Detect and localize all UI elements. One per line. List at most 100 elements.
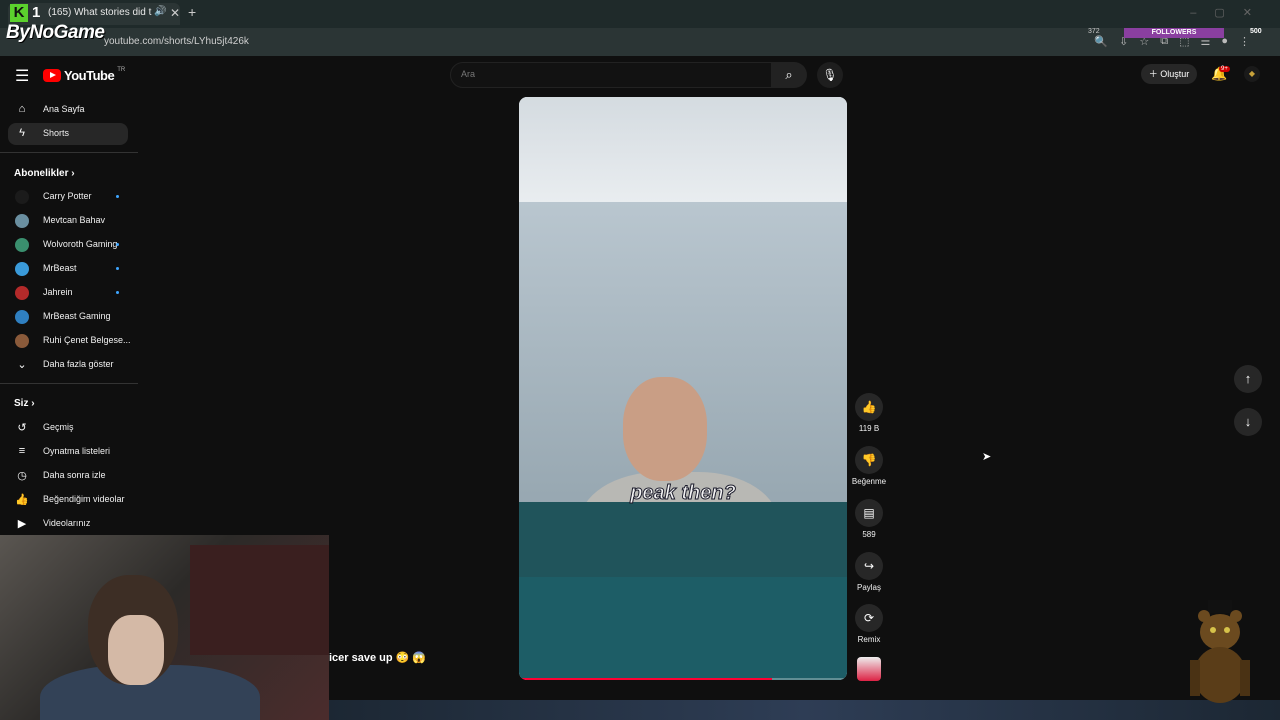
arrow-down-icon: ↓ bbox=[1244, 414, 1252, 429]
zoom-icon[interactable]: 🔍 bbox=[1094, 35, 1108, 48]
dislike-button[interactable]: 👎 bbox=[855, 446, 883, 474]
short-title: icer save up 😳 😱 bbox=[329, 652, 427, 664]
sidebar-item-watch-later[interactable]: ◷ Daha sonra izle bbox=[8, 465, 128, 487]
microphone-icon: 🎙 bbox=[822, 68, 838, 82]
sidebar-subscription-item[interactable]: Ruhi Çenet Belgese... bbox=[8, 330, 131, 352]
sound-thumbnail[interactable] bbox=[857, 657, 881, 681]
tab-audio-icon[interactable]: 🔊 bbox=[154, 6, 166, 17]
playlists-icon: ≡ bbox=[18, 445, 26, 457]
video-caption: peak then? bbox=[630, 482, 737, 505]
new-tab-icon[interactable]: + bbox=[188, 4, 196, 20]
youtube-logo[interactable]: YouTube TR bbox=[43, 66, 126, 83]
channel-avatar bbox=[15, 238, 29, 252]
short-video-player[interactable]: peak then? bbox=[519, 97, 847, 680]
next-short-preview bbox=[329, 700, 1280, 720]
sidebar-item-label: Oynatma listeleri bbox=[43, 446, 111, 456]
channel-avatar bbox=[15, 334, 29, 348]
share-action[interactable]: ↪ Paylaş bbox=[855, 552, 883, 592]
new-content-dot bbox=[116, 243, 119, 246]
arrow-up-icon: ↑ bbox=[1244, 371, 1252, 386]
sidebar-divider bbox=[0, 152, 138, 153]
kick-logo: K bbox=[10, 4, 28, 22]
video-progress-bar[interactable] bbox=[519, 678, 847, 680]
remix-action[interactable]: ⟳ Remix bbox=[855, 604, 883, 644]
previous-short-button[interactable]: ↑ bbox=[1234, 365, 1262, 393]
channel-avatar bbox=[15, 286, 29, 300]
subscriptions-header[interactable]: Abonelikler › bbox=[14, 168, 75, 179]
followers-goal: 500 bbox=[1250, 28, 1262, 35]
sidebar-item-shorts[interactable]: ϟ Shorts bbox=[8, 123, 128, 145]
show-more-button[interactable]: ⌄ Daha fazla göster bbox=[8, 354, 128, 376]
share-button[interactable]: ↪ bbox=[855, 552, 883, 580]
browser-tab-bar: (165) What stories did this g 🔊 ✕ + –▢✕ bbox=[0, 0, 1280, 28]
next-short-button[interactable]: ↓ bbox=[1234, 408, 1262, 436]
followers-current: 372 bbox=[1088, 28, 1100, 35]
sidebar-item-liked-videos[interactable]: 👍 Beğendiğim videolar bbox=[8, 489, 128, 511]
chevron-right-icon: › bbox=[71, 168, 75, 179]
comment-action[interactable]: ▤ 589 bbox=[855, 499, 883, 539]
subscriptions-header-label: Abonelikler bbox=[14, 168, 69, 179]
search-placeholder: Ara bbox=[461, 69, 476, 79]
dislike-label: Beğenme bbox=[851, 477, 887, 486]
share-label: Paylaş bbox=[856, 583, 881, 592]
mouse-cursor-icon: ➤ bbox=[982, 451, 992, 463]
menu-icon[interactable]: ☰ bbox=[15, 66, 29, 86]
voice-search-button[interactable]: 🎙 bbox=[817, 62, 843, 88]
shorts-icon: ϟ bbox=[19, 127, 25, 139]
new-content-dot bbox=[116, 291, 119, 294]
sidebar-item-playlists[interactable]: ≡ Oynatma listeleri bbox=[8, 441, 128, 463]
search-icon: ⌕ bbox=[785, 67, 793, 82]
plus-icon: ＋ bbox=[1148, 69, 1161, 79]
channel-avatar bbox=[15, 262, 29, 276]
window-controls[interactable]: –▢✕ bbox=[1190, 6, 1270, 19]
search-button[interactable]: ⌕ bbox=[771, 62, 807, 88]
sidebar-subscription-item[interactable]: Mevtcan Bahav bbox=[8, 210, 128, 232]
webcam-shelf bbox=[190, 545, 329, 655]
browser-menu-icon[interactable]: ⋮ bbox=[1239, 35, 1250, 48]
like-button[interactable]: 👍 bbox=[855, 393, 883, 421]
sidebar-subscription-item[interactable]: Carry Potter bbox=[8, 186, 128, 208]
your-videos-icon: ▶ bbox=[17, 518, 27, 530]
url-field[interactable]: youtube.com/shorts/LYhu5jt426k bbox=[104, 36, 249, 47]
remix-button[interactable]: ⟳ bbox=[855, 604, 883, 632]
share-icon: ↪ bbox=[863, 559, 875, 573]
tab-close-icon[interactable]: ✕ bbox=[170, 6, 180, 20]
you-header[interactable]: Siz › bbox=[14, 398, 35, 409]
search-input[interactable]: Ara bbox=[450, 62, 772, 88]
sidebar-item-label: Ana Sayfa bbox=[43, 104, 85, 114]
video-booth-wall bbox=[519, 502, 847, 582]
avatar[interactable]: ◆ bbox=[1244, 66, 1260, 82]
sidebar-subscription-item[interactable]: Wolvoroth Gaming bbox=[8, 234, 128, 256]
create-label: Oluştur bbox=[1160, 69, 1190, 79]
video-person-head bbox=[623, 377, 707, 481]
thumbs-up-icon: 👍 bbox=[861, 400, 877, 414]
video-bottom-area bbox=[519, 577, 847, 680]
subscription-label: Carry Potter bbox=[43, 191, 92, 201]
dislike-action[interactable]: 👎 Beğenme bbox=[852, 446, 886, 486]
video-scene: peak then? bbox=[519, 202, 847, 602]
bynogame-logo: ByNoGame bbox=[6, 22, 105, 43]
like-action[interactable]: 👍 119 B bbox=[855, 393, 883, 433]
channel-avatar bbox=[15, 190, 29, 204]
sidebar-subscription-item[interactable]: MrBeast Gaming bbox=[8, 306, 128, 328]
sidebar-item-your-videos[interactable]: ▶ Videolarınız bbox=[8, 513, 128, 535]
create-button[interactable]: ＋ Oluştur bbox=[1141, 64, 1197, 84]
sidebar-item-home[interactable]: ⌂ Ana Sayfa bbox=[8, 99, 128, 121]
remix-label: Remix bbox=[857, 635, 881, 644]
sidebar-subscription-item[interactable]: MrBeast bbox=[8, 258, 128, 280]
subscription-label: Jahrein bbox=[43, 287, 73, 297]
video-top-area bbox=[519, 97, 847, 202]
streamer-webcam bbox=[0, 535, 329, 720]
sidebar-item-label: Daha sonra izle bbox=[43, 470, 106, 480]
kick-count: 1 bbox=[32, 4, 41, 21]
comment-icon: ▤ bbox=[863, 506, 875, 520]
like-count: 119 B bbox=[858, 424, 880, 433]
sidebar-item-history[interactable]: ↺ Geçmiş bbox=[8, 417, 128, 439]
region-code: TR bbox=[117, 66, 126, 73]
sidebar-item-label: Beğendiğim videolar bbox=[43, 494, 125, 504]
followers-goal-bar: FOLLOWERS bbox=[1124, 28, 1224, 38]
sidebar-subscription-item[interactable]: Jahrein bbox=[8, 282, 128, 304]
youtube-logo-text: YouTube bbox=[64, 68, 115, 83]
sidebar-item-label: Shorts bbox=[43, 128, 70, 138]
comment-button[interactable]: ▤ bbox=[855, 499, 883, 527]
